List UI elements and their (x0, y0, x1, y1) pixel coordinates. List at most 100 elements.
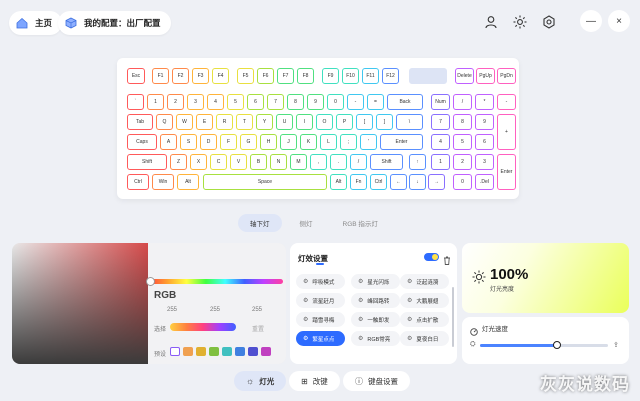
key-f2[interactable]: F2 (172, 68, 189, 84)
key-g[interactable]: G (240, 134, 257, 150)
key-l[interactable]: L (320, 134, 337, 150)
key-k[interactable]: K (300, 134, 317, 150)
key-6[interactable]: 6 (475, 134, 494, 150)
preset-swatch[interactable] (261, 347, 271, 356)
preset-swatch[interactable] (196, 347, 206, 356)
key-t[interactable]: T (236, 114, 253, 130)
key-f12[interactable]: F12 (382, 68, 399, 84)
effect-item[interactable]: ⚙ 星光闪烁 (351, 274, 400, 289)
key-pgup[interactable]: PgUp (476, 68, 495, 84)
key-win[interactable]: Win (152, 174, 174, 190)
key-2[interactable]: 2 (167, 94, 184, 110)
sun-icon[interactable] (510, 12, 530, 32)
key-symbol[interactable]: ] (376, 114, 393, 130)
key-e[interactable]: E (196, 114, 213, 130)
effects-scrollbar[interactable] (452, 287, 454, 347)
key-o[interactable]: O (316, 114, 333, 130)
key-symbol[interactable]: - (497, 94, 516, 110)
key-n[interactable]: N (270, 154, 287, 170)
key-f9[interactable]: F9 (322, 68, 339, 84)
key-f10[interactable]: F10 (342, 68, 359, 84)
key-d[interactable]: D (200, 134, 217, 150)
key-h[interactable]: H (260, 134, 277, 150)
key-symbol[interactable]: - (347, 94, 364, 110)
key-shift[interactable]: Shift (370, 154, 403, 170)
key-6[interactable]: 6 (247, 94, 264, 110)
key-1[interactable]: 1 (147, 94, 164, 110)
key-caps[interactable]: Caps (127, 134, 157, 150)
preset-swatch[interactable] (248, 347, 258, 356)
key-f[interactable]: F (220, 134, 237, 150)
effect-item[interactable]: ⚙ 踏雪寻梅 (296, 312, 345, 327)
key-symbol[interactable]: + (497, 114, 516, 150)
key-9[interactable]: 9 (307, 94, 324, 110)
close-button[interactable]: × (608, 10, 630, 32)
key-fn[interactable]: Fn (350, 174, 367, 190)
key-j[interactable]: J (280, 134, 297, 150)
color-gradient-area[interactable] (12, 243, 148, 364)
hue-slider[interactable] (148, 279, 283, 284)
lighting-mode-tab-1[interactable]: 侧灯 (288, 214, 325, 232)
effect-item[interactable]: ⚙ RGB常亮 (351, 331, 400, 346)
key-f5[interactable]: F5 (237, 68, 254, 84)
key-blank[interactable] (409, 68, 447, 84)
key-pgdn[interactable]: PgDn (497, 68, 516, 84)
effect-item[interactable]: ⚙ 呼吸模式 (296, 274, 345, 289)
preset-swatch[interactable] (222, 347, 232, 356)
key-space[interactable]: Space (203, 174, 327, 190)
key-1[interactable]: 1 (431, 154, 450, 170)
key-f8[interactable]: F8 (297, 68, 314, 84)
key-u[interactable]: U (276, 114, 293, 130)
key-ctrl[interactable]: Ctrl (370, 174, 387, 190)
effects-toggle[interactable] (424, 253, 439, 261)
effect-item[interactable]: ⚙ 点击扩散 (400, 312, 449, 327)
preset-swatch[interactable] (235, 347, 245, 356)
key-4[interactable]: 4 (431, 134, 450, 150)
key-delete[interactable]: Delete (455, 68, 474, 84)
key-8[interactable]: 8 (287, 94, 304, 110)
key-c[interactable]: C (210, 154, 227, 170)
settings-icon[interactable] (539, 12, 559, 32)
key-2[interactable]: 2 (453, 154, 472, 170)
key-enter[interactable]: Enter (497, 154, 516, 190)
key-ctrl[interactable]: Ctrl (127, 174, 149, 190)
key-del[interactable]: .Del (475, 174, 494, 190)
tab-lighting[interactable]: ☼ 灯光 (234, 371, 287, 391)
key-3[interactable]: 3 (187, 94, 204, 110)
key-7[interactable]: 7 (431, 114, 450, 130)
trash-icon[interactable] (443, 252, 451, 270)
effect-item[interactable]: ⚙ 流星赶月 (296, 293, 345, 308)
key-q[interactable]: Q (156, 114, 173, 130)
reset-label[interactable]: 重置 (252, 324, 264, 333)
key-w[interactable]: W (176, 114, 193, 130)
preset-swatch[interactable] (170, 347, 180, 356)
key-0[interactable]: 0 (327, 94, 344, 110)
rgb-value-g[interactable]: 255 (210, 307, 220, 313)
key-5[interactable]: 5 (453, 134, 472, 150)
key-x[interactable]: X (190, 154, 207, 170)
effect-item[interactable]: ⚙ 一触即发 (351, 312, 400, 327)
key-r[interactable]: R (216, 114, 233, 130)
key-num[interactable]: Num (431, 94, 450, 110)
key-symbol[interactable]: ↓ (409, 174, 426, 190)
key-symbol[interactable]: \ (396, 114, 423, 130)
effect-item[interactable]: ⚙ 大鹏展翅 (400, 293, 449, 308)
key-m[interactable]: M (290, 154, 307, 170)
key-f4[interactable]: F4 (212, 68, 229, 84)
rgb-value-b[interactable]: 255 (252, 307, 262, 313)
key-shift[interactable]: Shift (127, 154, 167, 170)
key-a[interactable]: A (160, 134, 177, 150)
key-8[interactable]: 8 (453, 114, 472, 130)
key-esc[interactable]: Esc (127, 68, 145, 84)
key-symbol[interactable]: ↑ (409, 154, 426, 170)
preset-swatch[interactable] (209, 347, 219, 356)
key-symbol[interactable]: = (367, 94, 384, 110)
key-symbol[interactable]: [ (356, 114, 373, 130)
key-symbol[interactable]: ` (127, 94, 144, 110)
preset-swatch[interactable] (183, 347, 193, 356)
key-symbol[interactable]: ; (340, 134, 357, 150)
key-z[interactable]: Z (170, 154, 187, 170)
key-f3[interactable]: F3 (192, 68, 209, 84)
key-enter[interactable]: Enter (380, 134, 423, 150)
key-s[interactable]: S (180, 134, 197, 150)
